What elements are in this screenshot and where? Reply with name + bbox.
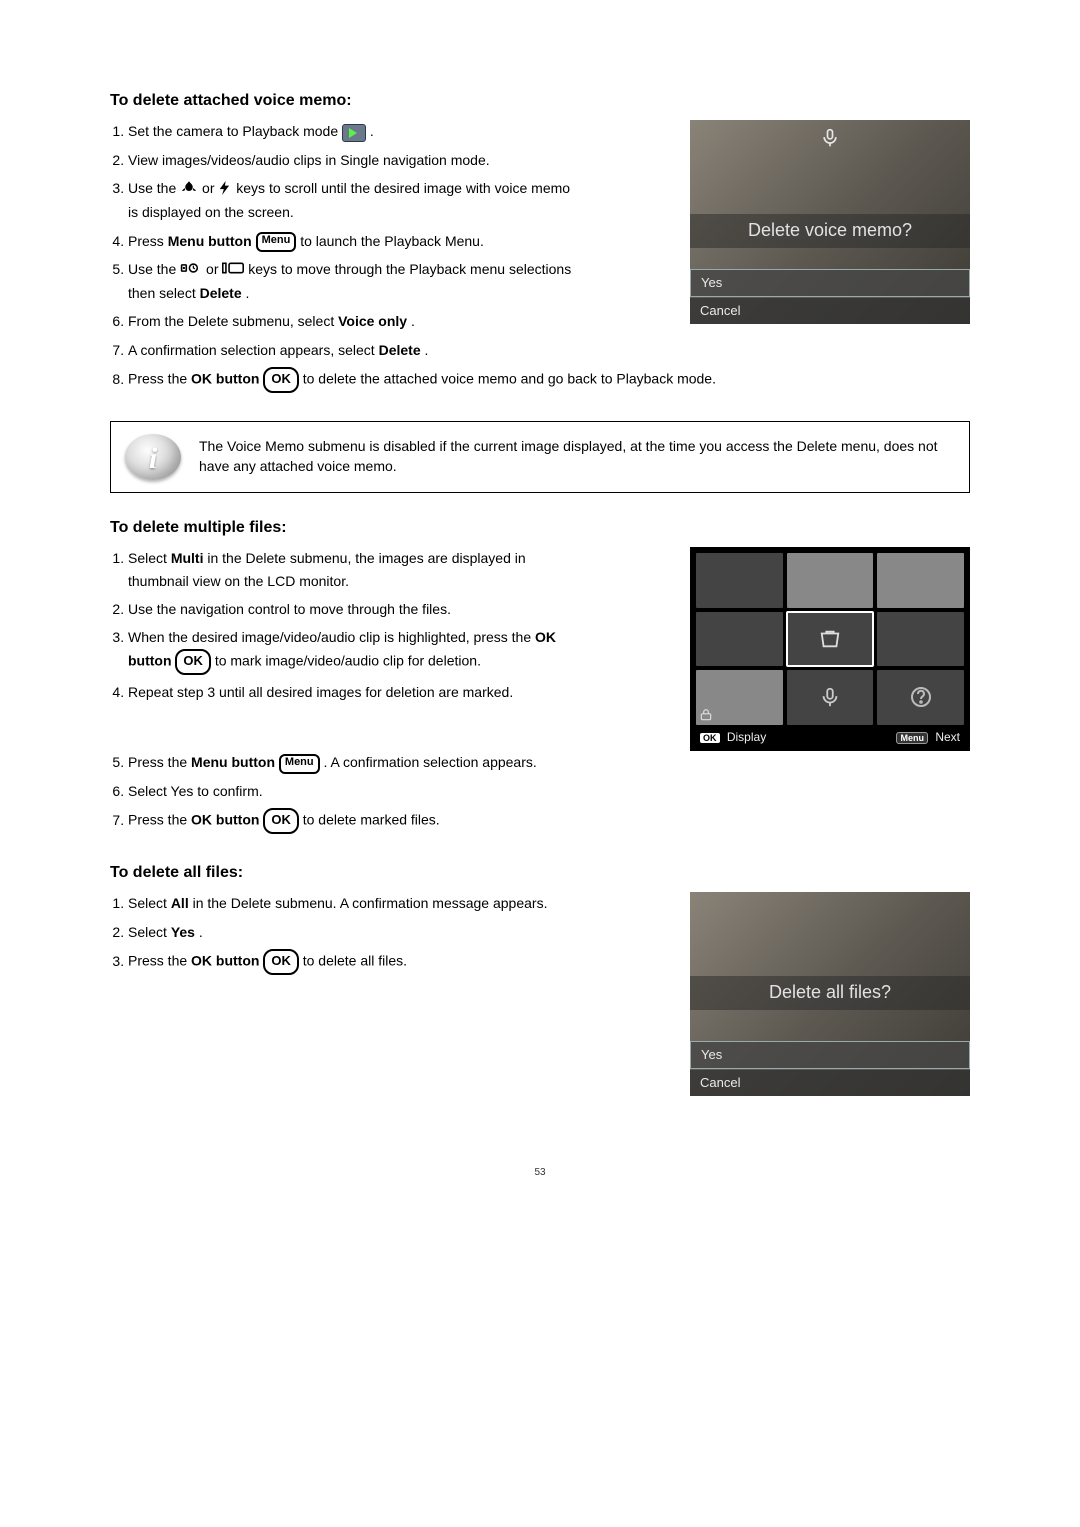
menu-label: Next [935,730,960,744]
step: Press the OK button OK to delete the att… [128,367,970,393]
step: Repeat step 3 until all desired images f… [128,681,583,703]
thumbnail [696,553,783,607]
dialog-title: Delete voice memo? [690,214,970,247]
thumbnail [696,670,783,724]
thumbnail-selected [787,612,874,666]
thumbnail [877,553,964,607]
step: Select All in the Delete submenu. A conf… [128,892,583,914]
thumbnail-bar: OK Display Menu Next [696,725,964,746]
ok-button-icon: OK [263,949,299,975]
dialog-option-cancel[interactable]: Cancel [690,1069,970,1096]
ok-button-icon: OK [175,649,211,675]
step: Use the or keys to scroll until the desi… [128,177,583,224]
info-text: The Voice Memo submenu is disabled if th… [199,437,955,476]
step: Select Yes to confirm. [128,780,970,802]
step: Press the OK button OK to delete all fil… [128,949,583,975]
info-note: The Voice Memo submenu is disabled if th… [110,421,970,493]
ok-tag: OK [700,733,720,743]
menu-button-icon: Menu [279,754,320,774]
info-icon [125,434,181,480]
playback-icon [342,124,366,142]
thumbnail [696,612,783,666]
steps-list: Select All in the Delete submenu. A conf… [128,892,583,975]
flash-icon [218,177,232,201]
microphone-icon [820,126,840,150]
dialog-title: Delete all files? [690,976,970,1009]
steps-list-cont: Press the OK button OK to delete the att… [128,367,970,393]
page-number: 53 [110,1166,970,1180]
thumbnail [787,553,874,607]
camera-screen-voice-memo: Delete voice memo? Yes Cancel [690,120,970,324]
step: Set the camera to Playback mode . [128,120,583,142]
heading-delete-all: To delete all files: [110,862,970,884]
step: View images/videos/audio clips in Single… [128,149,583,171]
step: Select Yes . [128,921,583,943]
dialog-option-cancel[interactable]: Cancel [690,297,970,324]
thumbnail [877,670,964,724]
step: Use the navigation control to move throu… [128,598,583,620]
ok-label: Display [727,730,766,744]
step: Press Menu button Menu to launch the Pla… [128,230,583,252]
menu-tag: Menu [896,732,928,744]
macro-icon [180,179,198,200]
step: Press the OK button OK to delete marked … [128,808,970,834]
ok-button-icon: OK [263,808,299,834]
step: Select Multi in the Delete submenu, the … [128,547,583,592]
dialog-option-yes[interactable]: Yes [690,1041,970,1069]
camera-screen-all-files: Delete all files? Yes Cancel [690,892,970,1096]
heading-delete-multiple: To delete multiple files: [110,517,970,539]
steps-list-cont: Press the Menu button Menu . A confirmat… [128,751,970,834]
thumbnail [877,612,964,666]
menu-button-icon: Menu [256,232,297,252]
ok-button-icon: OK [263,367,299,393]
step: From the Delete submenu, select Voice on… [128,310,583,332]
heading-delete-voice-memo: To delete attached voice memo: [110,90,970,112]
display-icon [222,259,244,281]
dialog-option-yes[interactable]: Yes [690,269,970,297]
step: A confirmation selection appears, select… [128,339,583,361]
af-led-icon [180,259,202,281]
step: Use the or keys to move through the Play… [128,258,583,304]
step: Press the Menu button Menu . A confirmat… [128,751,970,773]
step: When the desired image/video/audio clip … [128,626,583,674]
steps-list: Set the camera to Playback mode . View i… [128,120,583,361]
camera-screen-thumbnails: OK Display Menu Next [690,547,970,751]
thumbnail [787,670,874,724]
steps-list: Select Multi in the Delete submenu, the … [128,547,583,703]
